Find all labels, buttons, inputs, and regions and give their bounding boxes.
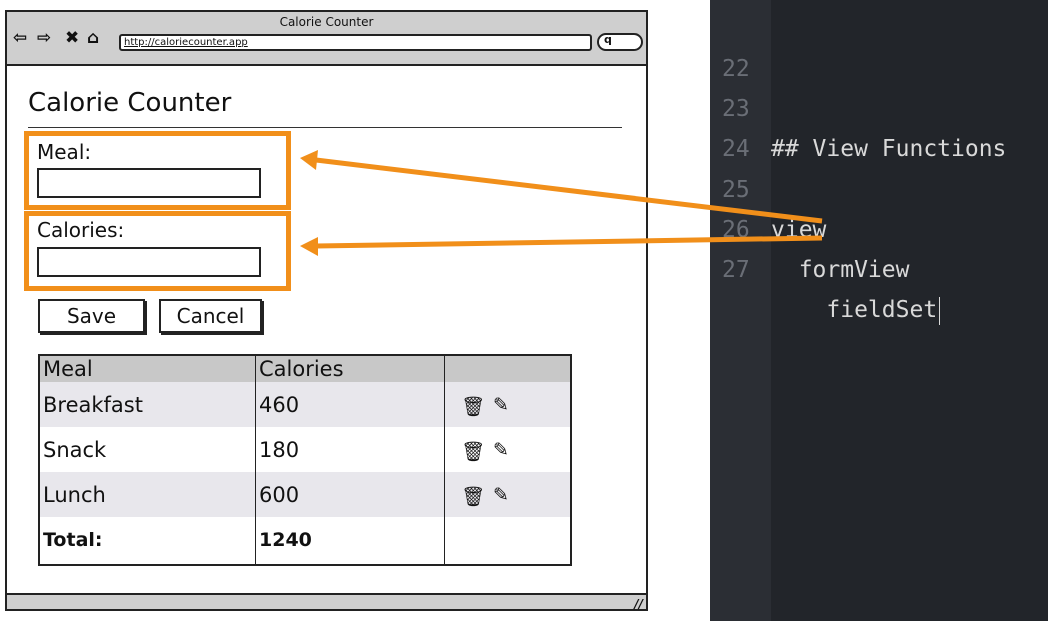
annotation-arrows: [300, 150, 823, 256]
meal-arrow: [315, 157, 823, 224]
calories-arrow-head: [300, 237, 318, 256]
meal-arrow-head: [300, 150, 318, 170]
calories-arrow: [315, 235, 823, 249]
